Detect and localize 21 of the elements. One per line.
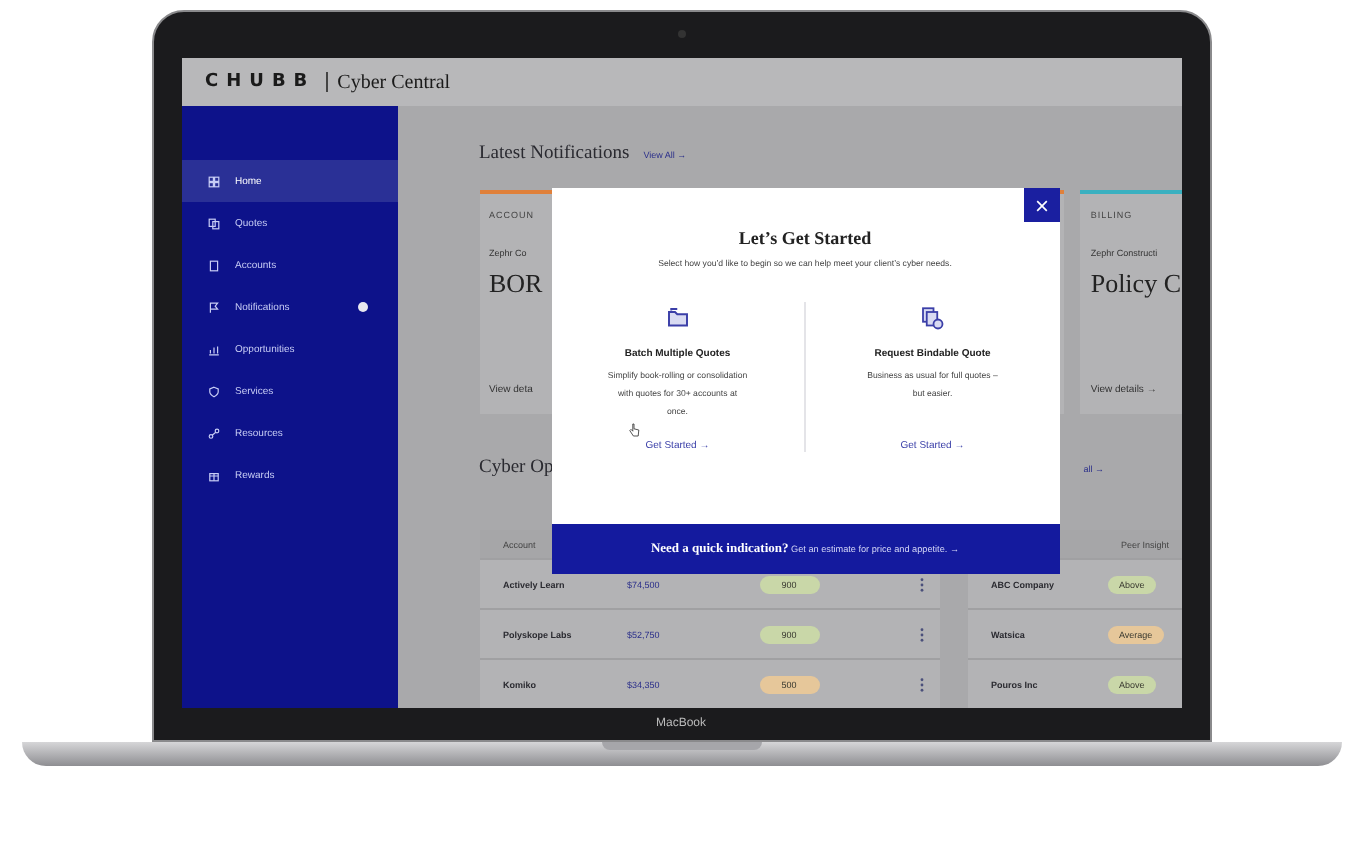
close-button[interactable] — [1023, 188, 1059, 222]
bar-chart-icon — [207, 343, 219, 355]
hand-cursor-icon — [627, 422, 639, 438]
dialog-title: Let’s Get Started — [738, 228, 872, 248]
folder-icon — [665, 306, 690, 330]
section-title: Latest Notifications — [479, 144, 630, 164]
documents-icon — [207, 217, 219, 229]
section-title: Cyber Op — [479, 458, 554, 478]
divider-line — [325, 72, 328, 92]
brand-logo: CHUBB — [205, 72, 316, 92]
card-headline: Policy C — [1090, 268, 1181, 300]
close-icon — [1035, 199, 1047, 211]
share-icon — [207, 427, 219, 439]
document-icon — [207, 259, 219, 271]
shield-icon — [207, 385, 219, 397]
card-headline: BOR — [489, 268, 545, 300]
product-name: Cyber Central — [337, 71, 451, 93]
grid-icon — [207, 175, 219, 187]
gift-icon — [207, 469, 219, 481]
flag-icon — [207, 301, 219, 313]
documents-icon — [920, 306, 945, 330]
